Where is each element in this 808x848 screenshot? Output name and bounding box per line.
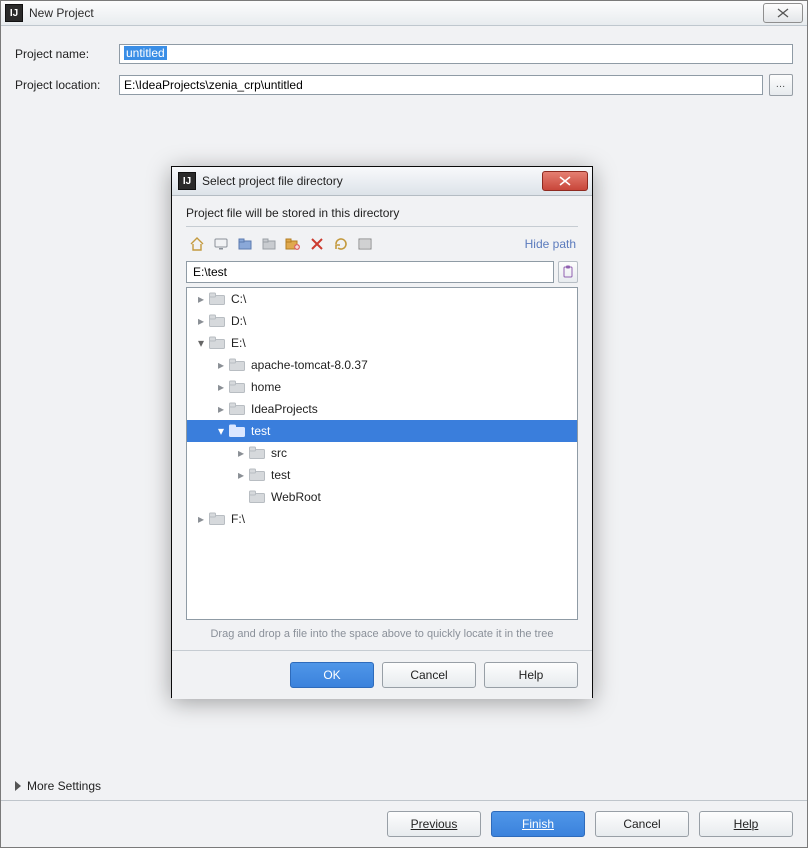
dialog-toolbar: Hide path [186,233,578,255]
chevron-right-icon[interactable]: ▸ [215,402,227,416]
more-settings-toggle[interactable]: More Settings [15,779,101,793]
chevron-right-icon[interactable]: ▸ [215,380,227,394]
tree-row[interactable]: ▸ apache-tomcat-8.0.37 [187,354,577,376]
chevron-right-icon[interactable]: ▸ [235,446,247,460]
client-area: Project name: untitled Project location:… [1,26,807,847]
chevron-down-icon[interactable]: ▾ [215,424,227,438]
intellij-icon: IJ [178,172,196,190]
previous-button[interactable]: Previous [387,811,481,837]
tree-label: D:\ [231,314,246,328]
tree-row[interactable]: ▸ home [187,376,577,398]
tree-label: WebRoot [271,490,321,504]
window-close-button[interactable] [763,3,803,23]
path-row [186,261,578,283]
refresh-icon[interactable] [330,233,352,255]
chevron-right-icon [15,781,21,791]
chevron-right-icon[interactable]: ▸ [215,358,227,372]
show-hidden-icon[interactable] [354,233,376,255]
project-icon[interactable] [234,233,256,255]
tree-label: test [271,468,290,482]
directory-tree[interactable]: ▸ C:\ ▸ D:\ ▾ E:\ ▸ apache-tomcat-8.0.37 ▸ home ▸ I… [186,287,578,620]
clipboard-icon[interactable] [558,261,578,283]
tree-row[interactable]: ▸ D:\ [187,310,577,332]
tree-row[interactable]: ▾ test [187,420,577,442]
project-location-label: Project location: [15,78,119,92]
drop-hint: Drag and drop a file into the space abov… [186,620,578,642]
tree-label: test [251,424,270,438]
cancel-button[interactable]: Cancel [595,811,689,837]
tree-label: E:\ [231,336,246,350]
select-directory-dialog: IJ Select project file directory Project… [171,166,593,698]
ok-button[interactable]: OK [290,662,374,688]
more-settings-label: More Settings [27,779,101,793]
project-name-input[interactable]: untitled [119,44,793,64]
tree-row[interactable]: ▸ src [187,442,577,464]
form-area: Project name: untitled Project location:… [1,26,807,114]
tree-label: IdeaProjects [251,402,318,416]
dialog-footer: OK Cancel Help [172,650,592,699]
tree-spacer [235,490,247,504]
chevron-down-icon[interactable]: ▾ [195,336,207,350]
finish-button[interactable]: Finish [491,811,585,837]
dialog-close-button[interactable] [542,171,588,191]
chevron-right-icon[interactable]: ▸ [195,314,207,328]
tree-row[interactable]: ▸ test [187,464,577,486]
tree-row[interactable]: ▸ F:\ [187,508,577,530]
home-icon[interactable] [186,233,208,255]
new-folder-icon[interactable] [282,233,304,255]
hide-path-link[interactable]: Hide path [525,237,578,251]
titlebar: IJ New Project [1,1,807,26]
browse-button[interactable]: … [769,74,793,96]
project-location-input[interactable] [119,75,763,95]
tree-label: F:\ [231,512,245,526]
new-project-window: IJ New Project Project name: untitled Pr… [0,0,808,848]
tree-label: home [251,380,281,394]
tree-row[interactable]: ▸ C:\ [187,288,577,310]
path-input[interactable] [186,261,554,283]
dialog-subtitle: Project file will be stored in this dire… [186,206,578,220]
dialog-cancel-button[interactable]: Cancel [382,662,476,688]
dialog-titlebar: IJ Select project file directory [172,167,592,196]
dialog-body: Project file will be stored in this dire… [172,196,592,650]
tree-label: apache-tomcat-8.0.37 [251,358,368,372]
chevron-right-icon[interactable]: ▸ [195,512,207,526]
desktop-icon[interactable] [210,233,232,255]
dialog-help-button[interactable]: Help [484,662,578,688]
project-name-label: Project name: [15,47,119,61]
chevron-right-icon[interactable]: ▸ [235,468,247,482]
delete-icon[interactable] [306,233,328,255]
project-name-row: Project name: untitled [15,44,793,64]
chevron-right-icon[interactable]: ▸ [195,292,207,306]
tree-row[interactable]: WebRoot [187,486,577,508]
project-location-row: Project location: … [15,74,793,96]
wizard-button-bar: Previous Finish Cancel Help [1,800,807,847]
tree-row[interactable]: ▾ E:\ [187,332,577,354]
tree-row[interactable]: ▸ IdeaProjects [187,398,577,420]
intellij-icon: IJ [5,4,23,22]
tree-label: C:\ [231,292,246,306]
tree-label: src [271,446,287,460]
help-button[interactable]: Help [699,811,793,837]
dialog-title: Select project file directory [202,174,343,188]
module-icon[interactable] [258,233,280,255]
project-name-value: untitled [124,46,167,60]
separator [186,226,578,227]
window-title: New Project [29,6,94,20]
